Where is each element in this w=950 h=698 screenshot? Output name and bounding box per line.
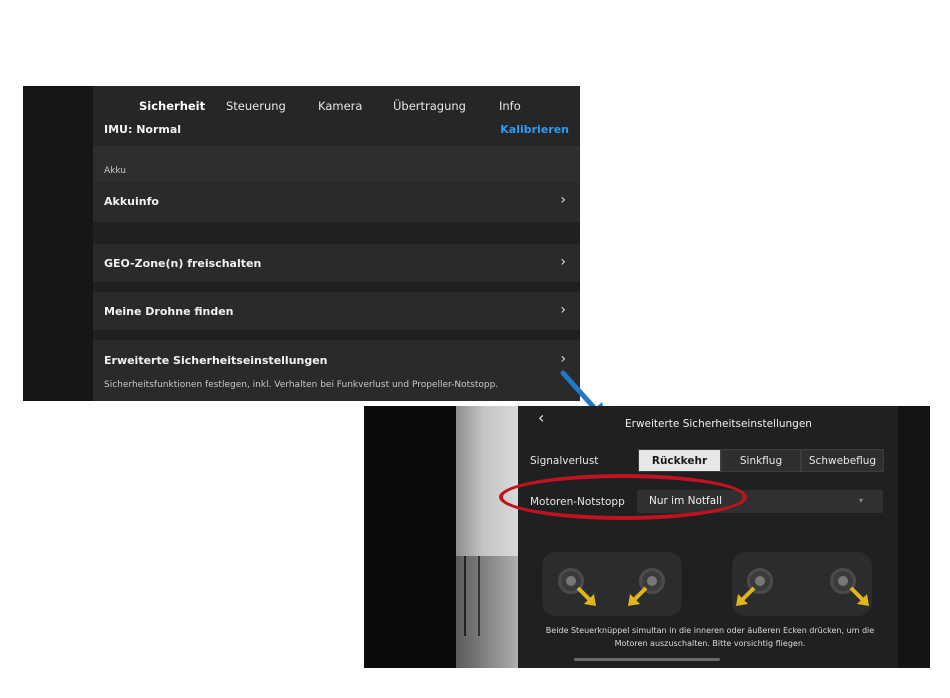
red-highlight-ellipse (499, 474, 747, 520)
signal-option-rueckkehr[interactable]: Rückkehr (638, 449, 721, 472)
imu-status: IMU: Normal (104, 123, 182, 136)
stick-direction-arrow-icon (849, 586, 869, 606)
imu-row: IMU: Normal Kalibrieren (93, 122, 580, 146)
tab-uebertragung[interactable]: Übertragung (393, 99, 466, 113)
stick-direction-arrow-icon (628, 586, 648, 606)
chevron-right-icon: › (560, 192, 566, 208)
dropdown-caret-icon: ▾ (858, 496, 863, 505)
stick-instruction-text: Beide Steuerknüppel simultan in die inne… (524, 624, 896, 650)
tab-kamera[interactable]: Kamera (318, 99, 362, 113)
signal-option-schwebeflug[interactable]: Schwebeflug (801, 449, 884, 472)
tab-info[interactable]: Info (499, 99, 521, 113)
video-background-left (23, 86, 93, 401)
section-header-akku: Akku (104, 166, 127, 176)
signal-loss-label: Signalverlust (530, 455, 599, 467)
chevron-right-icon: › (560, 302, 566, 318)
instruction-line: Motoren auszuschalten. Bitte vorsichtig … (614, 639, 806, 648)
find-drone-label: Meine Drohne finden (104, 305, 234, 318)
akkuinfo-label: Akkuinfo (104, 195, 159, 208)
geo-zone-row[interactable]: GEO-Zone(n) freischalten › (93, 244, 580, 282)
geo-zone-label: GEO-Zone(n) freischalten (104, 257, 262, 270)
find-drone-row[interactable]: Meine Drohne finden › (93, 292, 580, 330)
stick-direction-arrow-icon (736, 586, 756, 606)
advanced-safety-row[interactable]: Erweiterte Sicherheitseinstellungen › (93, 340, 580, 401)
tab-steuerung[interactable]: Steuerung (226, 99, 286, 113)
stick-direction-arrow-icon (576, 586, 596, 606)
calibrate-link[interactable]: Kalibrieren (500, 123, 569, 136)
signal-option-sinkflug[interactable]: Sinkflug (721, 449, 801, 472)
section-divider (93, 330, 580, 340)
chevron-right-icon: › (560, 254, 566, 270)
akkuinfo-row[interactable]: Akkuinfo › (93, 182, 580, 222)
instruction-line: Beide Steuerknüppel simultan in die inne… (545, 626, 875, 635)
home-indicator (574, 658, 720, 661)
camera-feed-background (456, 406, 526, 668)
advanced-safety-screenshot: ‹ Erweiterte Sicherheitseinstellungen Si… (364, 406, 930, 668)
section-divider (93, 222, 580, 244)
back-chevron-icon[interactable]: ‹ (538, 408, 544, 427)
section-divider (93, 146, 580, 182)
advanced-safety-description: Sicherheitsfunktionen festlegen, inkl. V… (104, 380, 499, 390)
page-title: Erweiterte Sicherheitseinstellungen (625, 418, 812, 430)
advanced-safety-label: Erweiterte Sicherheitseinstellungen (104, 354, 328, 367)
camera-feed-cable (464, 556, 480, 636)
tab-sicherheit[interactable]: Sicherheit (139, 99, 205, 113)
section-divider (93, 282, 580, 292)
safety-settings-screenshot: Sicherheit Steuerung Kamera Übertragung … (23, 86, 580, 401)
settings-tabbar: Sicherheit Steuerung Kamera Übertragung … (93, 86, 580, 126)
chevron-right-icon: › (560, 351, 566, 367)
video-background-right (898, 406, 930, 668)
